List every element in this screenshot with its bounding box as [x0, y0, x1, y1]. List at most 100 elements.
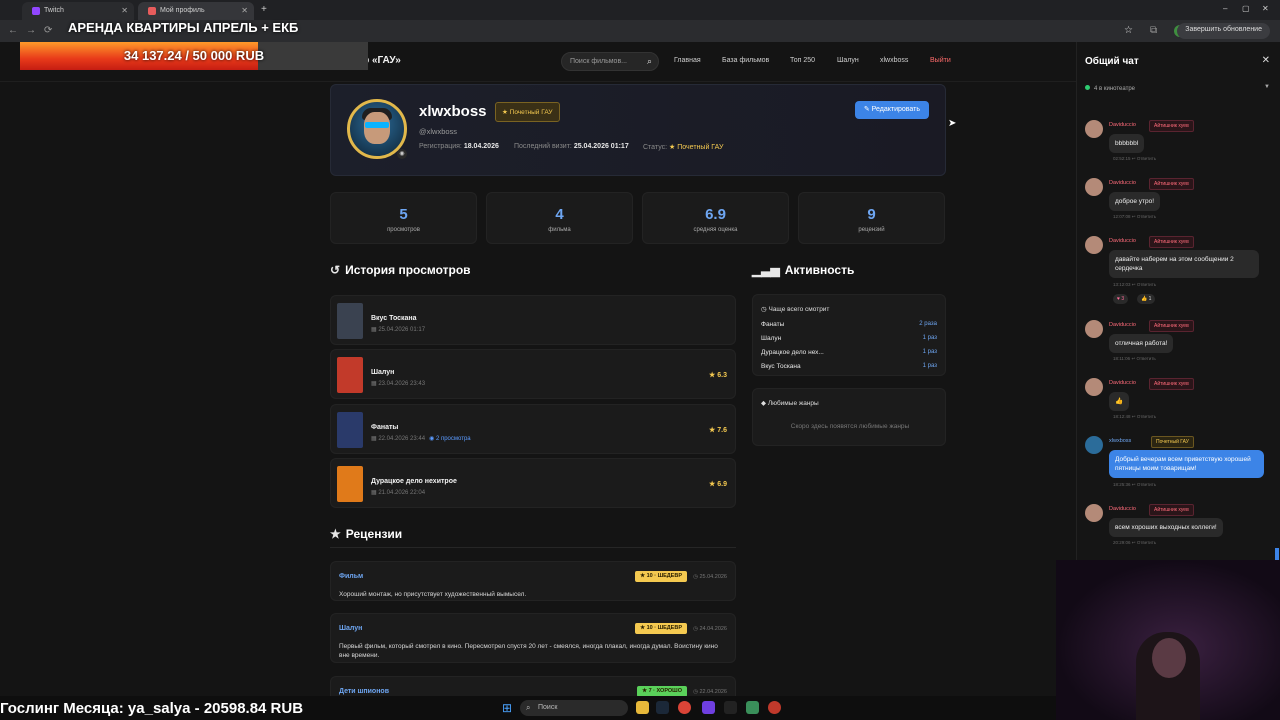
- review-movie-link[interactable]: Дети шпионов: [339, 688, 389, 695]
- movie-poster[interactable]: [337, 357, 363, 393]
- history-item[interactable]: Вкус Тоскана ▦ 25.04.2026 01:17: [330, 295, 736, 345]
- chat-message: Daviduccio Айтишник хуев давайте наберем…: [1085, 236, 1273, 306]
- avatar[interactable]: [1085, 320, 1103, 338]
- watch-date-value: 21.04.2026 22:04: [378, 490, 426, 496]
- close-icon[interactable]: ✕: [1262, 55, 1270, 66]
- steam-icon[interactable]: [656, 701, 669, 714]
- donation-goal-bar: 34 137.24 / 50 000 RUB: [20, 42, 368, 70]
- history-icon: ↺: [330, 263, 341, 277]
- message-author[interactable]: Daviduccio: [1109, 506, 1136, 512]
- avatar[interactable]: [1085, 120, 1103, 138]
- reply-label: Ответить: [1136, 482, 1157, 487]
- avatar[interactable]: [1085, 178, 1103, 196]
- review-movie-link[interactable]: Фильм: [339, 573, 363, 580]
- tab-twitch[interactable]: Twitch ✕: [22, 2, 134, 20]
- reg-date: 18.04.2026: [463, 143, 499, 150]
- score-label: 10 · ШЕДЕВР: [646, 625, 682, 631]
- history-item[interactable]: Фанаты ▦ 22.04.2026 23:44 ◉ 2 просмотра ★…: [330, 404, 736, 454]
- avatar[interactable]: [1085, 378, 1103, 396]
- message-author[interactable]: xlwxboss: [1109, 438, 1131, 444]
- last-visit-info: Последний визит: 25.04.2026 01:17: [514, 143, 629, 150]
- nav-link-profile[interactable]: xlwxboss: [880, 57, 908, 64]
- movie-title[interactable]: Дурацкое дело нехитрое: [371, 478, 457, 485]
- app-icon[interactable]: [702, 701, 715, 714]
- reply-link[interactable]: ↩ Ответить: [1132, 540, 1156, 545]
- avatar[interactable]: [1085, 236, 1103, 254]
- review-date: ◷ 24.04.2026: [693, 626, 727, 632]
- tab-profile[interactable]: Мой профиль ✕: [138, 2, 254, 20]
- reply-link[interactable]: ↩ Ответить: [1131, 356, 1155, 361]
- chevron-down-icon[interactable]: ▼: [1264, 84, 1270, 90]
- watch-date-value: 23.04.2026 23:43: [378, 381, 426, 387]
- author-tag: Почетный ГАУ: [1151, 436, 1194, 448]
- app-icon[interactable]: [746, 701, 759, 714]
- author-tag: Айтишник хуев: [1149, 120, 1194, 132]
- user-edit-icon: ✎: [863, 106, 872, 113]
- username: xlwxboss: [419, 103, 487, 120]
- movie-poster[interactable]: [337, 412, 363, 448]
- reload-icon[interactable]: ⟳: [44, 25, 52, 36]
- stat-label: фильма: [548, 227, 571, 233]
- movie-poster[interactable]: [337, 466, 363, 502]
- review-movie-link[interactable]: Шалун: [339, 625, 362, 632]
- stat-card-reviews: 9 рецензий: [798, 192, 945, 244]
- extensions-icon[interactable]: ⧉: [1150, 25, 1157, 36]
- movie-title[interactable]: Фанаты: [371, 424, 398, 431]
- reply-link[interactable]: ↩ Ответить: [1132, 214, 1156, 219]
- edit-profile-button[interactable]: ✎ Редактировать: [854, 101, 929, 119]
- reply-link[interactable]: ↩ Ответить: [1132, 414, 1156, 419]
- twitch-icon: [32, 7, 40, 15]
- reply-link[interactable]: ↩ Ответить: [1132, 156, 1156, 161]
- history-item[interactable]: Дурацкое дело нехитрое ▦ 21.04.2026 22:0…: [330, 458, 736, 508]
- stat-label: средняя оценка: [693, 227, 738, 233]
- chrome-icon[interactable]: [678, 701, 691, 714]
- message-author[interactable]: Daviduccio: [1109, 380, 1136, 386]
- reply-link[interactable]: ↩ Ответить: [1132, 482, 1156, 487]
- file-explorer-icon[interactable]: [636, 701, 649, 714]
- search-icon[interactable]: ⌕: [647, 56, 652, 67]
- nav-link-movies[interactable]: База фильмов: [722, 57, 769, 64]
- avatar[interactable]: [1085, 436, 1103, 454]
- history-item[interactable]: Шалун ▦ 23.04.2026 23:43 ★ 6.3: [330, 349, 736, 399]
- nav-link-shalun[interactable]: Шалун: [837, 57, 859, 64]
- avatar[interactable]: [1085, 504, 1103, 522]
- message-author[interactable]: Daviduccio: [1109, 180, 1136, 186]
- close-tab-icon[interactable]: ✕: [121, 6, 128, 15]
- time-value: 13:12:03: [1113, 282, 1131, 287]
- message-author[interactable]: Daviduccio: [1109, 122, 1136, 128]
- reply-link[interactable]: ↩ Ответить: [1132, 282, 1156, 287]
- history-title: История просмотров: [345, 263, 471, 277]
- search-input[interactable]: Поиск фильмов... ⌕: [561, 52, 659, 71]
- forward-icon[interactable]: →: [26, 25, 36, 36]
- message-author[interactable]: Daviduccio: [1109, 238, 1136, 244]
- genres-empty-text: Скоро здесь появятся любимые жанры: [790, 423, 910, 430]
- new-tab-icon[interactable]: +: [261, 4, 267, 15]
- movie-poster[interactable]: [337, 303, 363, 339]
- message-bubble: давайте наберем на этом сообщении 2 серд…: [1109, 250, 1259, 278]
- app-icon[interactable]: [768, 701, 781, 714]
- update-button[interactable]: Завершить обновление: [1177, 23, 1270, 39]
- maximize-icon[interactable]: ▢: [1242, 4, 1250, 13]
- app-icon[interactable]: [724, 701, 737, 714]
- message-time: 02:52:15 ↩ Ответить: [1113, 156, 1156, 162]
- nav-link-top250[interactable]: Топ 250: [790, 57, 815, 64]
- nav-link-exit[interactable]: Выйти: [930, 57, 951, 64]
- nav-link-home[interactable]: Главная: [674, 57, 701, 64]
- back-icon[interactable]: ←: [8, 25, 18, 36]
- close-tab-icon[interactable]: ✕: [241, 6, 248, 15]
- chart-icon: ▁▃▅: [752, 263, 780, 277]
- minimize-icon[interactable]: –: [1223, 4, 1227, 13]
- message-author[interactable]: Daviduccio: [1109, 322, 1136, 328]
- taskbar-search[interactable]: ⌕ Поиск: [520, 700, 628, 716]
- thumbs-up-reaction[interactable]: 👍 1: [1137, 294, 1156, 304]
- camera-icon[interactable]: ◉: [397, 149, 407, 159]
- close-window-icon[interactable]: ✕: [1262, 4, 1269, 13]
- most-watched-heading: ◷ Чаще всего смотрит: [761, 305, 829, 313]
- stat-value: 9: [867, 206, 876, 223]
- windows-start-icon[interactable]: ⊞: [502, 701, 512, 715]
- chat-scrollbar[interactable]: [1275, 548, 1279, 560]
- bookmark-star-icon[interactable]: ☆: [1124, 25, 1133, 36]
- movie-title[interactable]: Вкус Тоскана: [371, 315, 417, 322]
- heart-reaction[interactable]: ♥ 3: [1113, 294, 1129, 304]
- movie-title[interactable]: Шалун: [371, 369, 394, 376]
